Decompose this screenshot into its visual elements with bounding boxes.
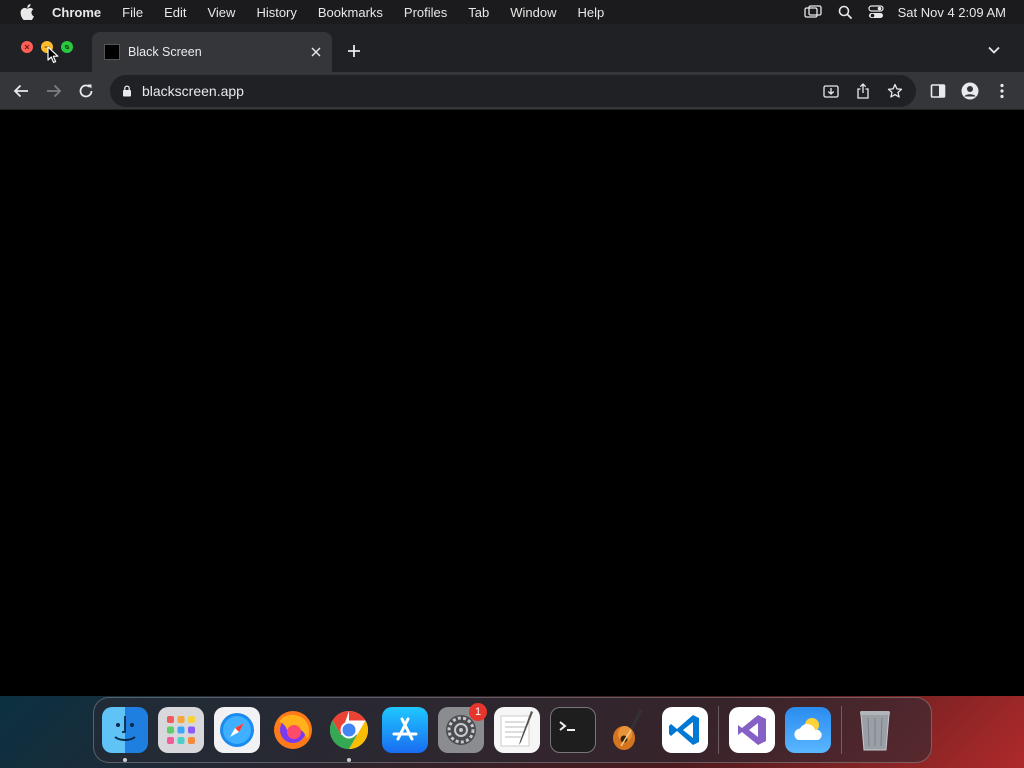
browser-toolbar: blackscreen.app bbox=[0, 72, 1024, 110]
dock-vscode-icon[interactable] bbox=[662, 707, 708, 753]
chrome-running-indicator bbox=[347, 758, 351, 762]
menu-bookmarks[interactable]: Bookmarks bbox=[318, 5, 383, 20]
menu-history[interactable]: History bbox=[256, 5, 296, 20]
menu-tab[interactable]: Tab bbox=[468, 5, 489, 20]
back-button[interactable] bbox=[9, 79, 33, 103]
spotlight-search-icon[interactable] bbox=[838, 5, 852, 19]
lock-icon[interactable] bbox=[120, 84, 134, 98]
window-close-button[interactable] bbox=[21, 41, 33, 53]
address-bar[interactable]: blackscreen.app bbox=[110, 75, 916, 107]
dock-weather-icon[interactable] bbox=[785, 707, 831, 753]
dock-visual-studio-icon[interactable] bbox=[729, 707, 775, 753]
new-tab-button[interactable] bbox=[342, 39, 366, 63]
dock-firefox-icon[interactable] bbox=[270, 707, 316, 753]
dock-separator-2 bbox=[841, 706, 842, 754]
menu-help[interactable]: Help bbox=[578, 5, 605, 20]
reload-button[interactable] bbox=[74, 79, 98, 103]
apple-menu-icon[interactable] bbox=[18, 3, 36, 21]
dock-trash-icon[interactable] bbox=[852, 707, 898, 753]
forward-button[interactable] bbox=[42, 79, 66, 103]
dock-chrome-icon[interactable] bbox=[326, 707, 372, 762]
dock-garageband-icon[interactable] bbox=[606, 707, 652, 753]
dock-safari-icon[interactable] bbox=[214, 707, 260, 753]
tab-favicon-icon bbox=[104, 44, 120, 60]
menu-bar: Chrome File Edit View History Bookmarks … bbox=[0, 0, 1024, 24]
dock-terminal-icon[interactable] bbox=[550, 707, 596, 753]
mouse-cursor-icon bbox=[47, 46, 59, 64]
dock-finder-icon[interactable] bbox=[102, 707, 148, 762]
page-content-black[interactable] bbox=[0, 111, 1024, 696]
menubar-clock[interactable]: Sat Nov 4 2:09 AM bbox=[898, 5, 1006, 20]
chrome-menu-icon[interactable] bbox=[990, 79, 1014, 103]
dock-system-settings-icon[interactable]: 1 bbox=[438, 703, 487, 753]
share-icon[interactable] bbox=[852, 80, 874, 102]
menu-file[interactable]: File bbox=[122, 5, 143, 20]
menu-profiles[interactable]: Profiles bbox=[404, 5, 447, 20]
tab-close-icon[interactable] bbox=[306, 42, 326, 62]
dock-app-store-icon[interactable] bbox=[382, 707, 428, 753]
tab-strip: Black Screen bbox=[0, 24, 1024, 72]
settings-notification-badge: 1 bbox=[469, 703, 487, 721]
profile-avatar-icon[interactable] bbox=[958, 79, 982, 103]
finder-running-indicator bbox=[123, 758, 127, 762]
dock-separator bbox=[718, 706, 719, 754]
url-text[interactable]: blackscreen.app bbox=[142, 83, 820, 99]
menu-window[interactable]: Window bbox=[510, 5, 556, 20]
tab-title: Black Screen bbox=[128, 45, 202, 59]
control-center-icon[interactable] bbox=[867, 5, 884, 19]
tab-search-chevron-icon[interactable] bbox=[984, 40, 1004, 60]
screen-mirroring-icon[interactable] bbox=[803, 5, 822, 19]
dock-launchpad-icon[interactable] bbox=[158, 707, 204, 753]
side-panel-icon[interactable] bbox=[926, 79, 950, 103]
window-zoom-button[interactable] bbox=[61, 41, 73, 53]
install-app-icon[interactable] bbox=[820, 80, 842, 102]
menu-edit[interactable]: Edit bbox=[164, 5, 186, 20]
dock-textedit-icon[interactable] bbox=[494, 707, 540, 753]
bookmark-star-icon[interactable] bbox=[884, 80, 906, 102]
tab-black-screen[interactable]: Black Screen bbox=[92, 32, 332, 72]
menu-view[interactable]: View bbox=[207, 5, 235, 20]
menu-app-name[interactable]: Chrome bbox=[52, 5, 101, 20]
dock: 1 bbox=[93, 697, 932, 763]
chrome-window: Black Screen blackscreen.app bbox=[0, 24, 1024, 696]
